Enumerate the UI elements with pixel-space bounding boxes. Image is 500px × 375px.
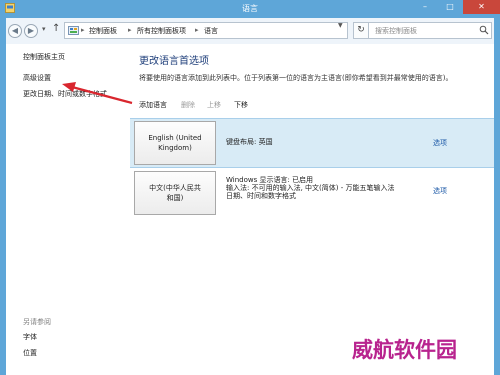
forward-button[interactable]: ▶ <box>24 24 38 38</box>
main-content: 更改语言首选项 将要使用的语言添加到此列表中。位于列表第一位的语言为主语言(即你… <box>130 44 494 375</box>
format-text: 日期、时间和数字格式 <box>226 192 296 200</box>
page-description: 将要使用的语言添加到此列表中。位于列表第一位的语言为主语言(即你希望看到并最常使… <box>139 74 453 82</box>
up-button[interactable]: ↑ <box>52 23 60 34</box>
control-panel-icon <box>68 26 79 35</box>
close-button[interactable]: ✕ <box>463 0 500 14</box>
options-link[interactable]: 选项 <box>433 138 447 148</box>
language-name: English (United <box>148 134 202 142</box>
breadcrumb-separator: ▸ <box>128 26 132 34</box>
move-down-button[interactable]: 下移 <box>234 100 248 110</box>
watermark-logo: 威航软件园 <box>352 337 457 362</box>
keyboard-layout-text: 键盘布局: 英国 <box>226 138 273 146</box>
language-name: 和国) <box>166 194 184 202</box>
refresh-button[interactable]: ↻ <box>353 22 369 39</box>
language-name: Kingdom) <box>158 144 192 152</box>
search-placeholder: 搜索控制面板 <box>375 27 417 35</box>
back-button[interactable]: ◀ <box>8 24 22 38</box>
breadcrumb-language[interactable]: 语言 <box>204 26 218 36</box>
sidebar-item-fonts[interactable]: 字体 <box>23 332 37 342</box>
language-name: 中文(中华人民共 <box>149 184 201 192</box>
breadcrumb-separator: ▸ <box>195 26 199 34</box>
window-frame-right <box>494 18 500 375</box>
sidebar-item-home[interactable]: 控制面板主页 <box>23 52 65 62</box>
sidebar: 控制面板主页 高级设置 更改日期、时间或数字格式 另请参阅 字体 位置 <box>6 44 130 375</box>
recent-locations-button[interactable]: ▾ <box>42 25 46 33</box>
page-title: 更改语言首选项 <box>139 56 209 67</box>
address-toolbar: ◀ ▶ ▾ ↑ ▸ 控制面板 ▸ 所有控制面板项 ▸ 语言 ▼ ↻ 搜索控制面板 <box>6 18 494 44</box>
language-row-english[interactable]: English (United Kingdom) 键盘布局: 英国 选项 <box>130 118 494 168</box>
search-input[interactable]: 搜索控制面板 <box>368 22 492 39</box>
options-link[interactable]: 选项 <box>433 186 447 196</box>
add-language-button[interactable]: 添加语言 <box>139 100 167 110</box>
move-up-button[interactable]: 上移 <box>207 100 221 110</box>
language-tile[interactable]: 中文(中华人民共 和国) <box>134 171 216 215</box>
language-info: Windows 显示语言: 已启用 输入法: 不可用的输入法, 中文(简体) -… <box>226 176 394 200</box>
title-bar: 语言 – □ ✕ <box>0 0 500 18</box>
input-method-text: 输入法: 不可用的输入法, 中文(简体) - 万能五笔输入法 <box>226 184 395 192</box>
sidebar-item-date-time[interactable]: 更改日期、时间或数字格式 <box>23 89 107 99</box>
address-dropdown-button[interactable]: ▼ <box>338 22 343 29</box>
address-box[interactable]: ▸ 控制面板 ▸ 所有控制面板项 ▸ 语言 <box>64 22 348 39</box>
language-row-chinese[interactable]: 中文(中华人民共 和国) Windows 显示语言: 已启用 输入法: 不可用的… <box>130 168 494 220</box>
see-also-header: 另请参阅 <box>23 318 51 326</box>
minimize-button[interactable]: – <box>413 0 437 14</box>
language-tile[interactable]: English (United Kingdom) <box>134 121 216 165</box>
breadcrumb-separator: ▸ <box>81 26 85 34</box>
delete-button[interactable]: 删除 <box>181 100 195 110</box>
sidebar-item-location[interactable]: 位置 <box>23 348 37 358</box>
sidebar-item-advanced-settings[interactable]: 高级设置 <box>23 73 51 83</box>
display-language-text: Windows 显示语言: 已启用 <box>226 176 314 184</box>
breadcrumb-control-panel[interactable]: 控制面板 <box>89 26 117 36</box>
maximize-button[interactable]: □ <box>438 0 462 14</box>
search-icon <box>479 25 489 35</box>
language-info: 键盘布局: 英国 <box>226 138 273 146</box>
breadcrumb-all-items[interactable]: 所有控制面板项 <box>137 26 186 36</box>
